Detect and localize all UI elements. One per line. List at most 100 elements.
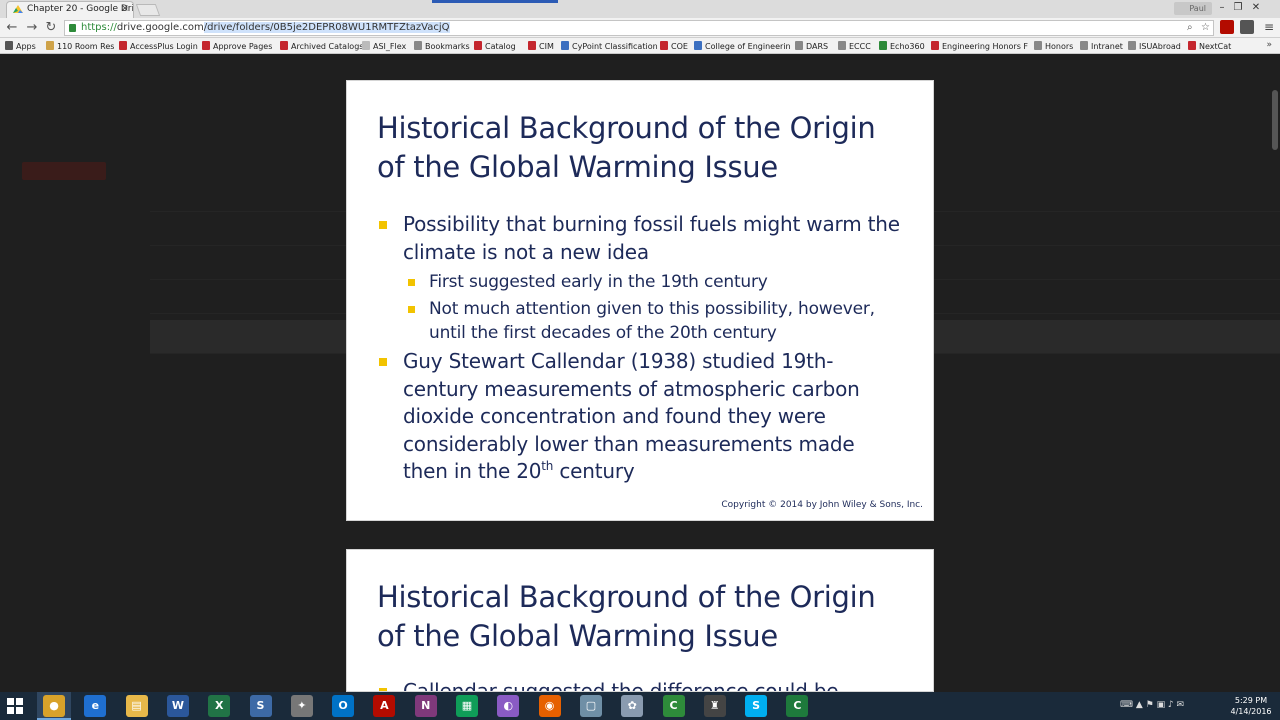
bookmark-eccc[interactable]: ECCC [838, 41, 871, 51]
address-bar[interactable]: https://drive.google.com/drive/folders/0… [64, 20, 1214, 36]
bookmark-favicon-icon [46, 41, 54, 50]
minimize-button[interactable]: – [1214, 1, 1230, 15]
bullet-square-icon [379, 221, 387, 229]
bookmark-dars[interactable]: DARS [795, 41, 828, 51]
camtasia-2-icon[interactable]: C [786, 695, 809, 717]
sub-bullet-attention: Not much attention given to this possibi… [408, 297, 909, 345]
bookmark-favicon-icon [528, 41, 536, 50]
bookmark-honors[interactable]: Honors [1034, 41, 1073, 51]
apps-grid-icon [5, 41, 13, 50]
word-icon[interactable]: W [166, 695, 189, 717]
extension-icon[interactable] [1240, 20, 1254, 34]
onenote-icon[interactable]: N [414, 695, 437, 717]
bookmark-asi-flex[interactable]: ASI_Flex [362, 41, 406, 51]
bookmark-favicon-icon [1128, 41, 1136, 50]
bookmarks-bar: Apps 110 Room Res AccessPlus Login Approve… [0, 38, 1280, 54]
caption-highlight [432, 0, 558, 3]
bookmark-favicon-icon [202, 41, 210, 50]
bookmark-accessplus-login[interactable]: AccessPlus Login [119, 41, 198, 51]
app-14-icon[interactable]: ▢ [579, 695, 602, 717]
camtasia-icon[interactable]: C [662, 695, 685, 717]
bookmark-favicon-icon [362, 41, 370, 50]
profile-button[interactable]: Paul [1174, 2, 1212, 15]
google-drive-icon [13, 5, 23, 13]
back-button[interactable]: ← [4, 20, 20, 36]
forward-button[interactable]: → [24, 20, 40, 36]
internet-explorer-icon[interactable]: e [84, 695, 107, 717]
browser-title-bar: Chapter 20 - Google Drive × Paul – ❐ ✕ [0, 0, 1280, 18]
slide-1: Historical Background of the Origin of t… [346, 80, 934, 521]
bookmark-favicon-icon [414, 41, 422, 50]
more-bookmarks-icon[interactable]: » [1266, 40, 1272, 50]
bookmark-favicon-icon [1080, 41, 1088, 50]
reload-button[interactable]: ↻ [43, 20, 59, 36]
new-tab-button[interactable] [135, 4, 161, 16]
outlook-icon[interactable]: O [332, 695, 355, 717]
bookmark-college-of-engineerin[interactable]: College of Engineerin [694, 41, 791, 51]
bullet-square-icon [408, 279, 415, 286]
bookmark-110-room-res[interactable]: 110 Room Res [46, 41, 114, 51]
bookmark-approve-pages[interactable]: Approve Pages [202, 41, 272, 51]
bookmark-echo360[interactable]: Echo360 [879, 41, 925, 51]
app-15-icon[interactable]: ✿ [621, 695, 644, 717]
excel-icon[interactable]: X [208, 695, 231, 717]
tab-chapter-20[interactable]: Chapter 20 - Google Drive × [6, 1, 134, 18]
tab-title: Chapter 20 - Google Drive [27, 4, 134, 14]
app-7-icon[interactable]: ✦ [290, 695, 313, 717]
app-12-icon[interactable]: ◐ [497, 695, 520, 717]
bookmark-favicon-icon [561, 41, 569, 50]
windows-taskbar: ● e ▤ W X S ✦ O A N ▦ ◐ ◉ ▢ ✿ C ♜ S C ⌨ ▲ ⚑ ▣ ♪ ✉ 5:29 PM … [0, 692, 1280, 720]
bookmark-favicon-icon [795, 41, 803, 50]
bookmark-coe[interactable]: COE [660, 41, 688, 51]
copyright-notice: Copyright © 2014 by John Wiley & Sons, I… [721, 500, 923, 510]
bookmark-star-icon[interactable]: ☆ [1201, 22, 1210, 33]
url-text: https://drive.google.com/drive/folders/0… [81, 22, 450, 33]
menu-icon[interactable]: ≡ [1264, 20, 1274, 34]
bookmark-bookmarks[interactable]: Bookmarks [414, 41, 470, 51]
bookmark-cypoint-classification[interactable]: CyPoint Classification [561, 41, 658, 51]
bookmark-favicon-icon [838, 41, 846, 50]
bookmark-isuabroad[interactable]: ISUAbroad [1128, 41, 1181, 51]
clock[interactable]: 5:29 PM 4/14/2016 [1228, 695, 1274, 717]
bullet-square-icon [379, 358, 387, 366]
sheets-icon[interactable]: ▦ [456, 695, 478, 717]
zoom-icon[interactable]: ⌕ [1187, 22, 1193, 33]
close-window-button[interactable]: ✕ [1248, 1, 1264, 15]
bookmark-intranet[interactable]: Intranet [1080, 41, 1123, 51]
bookmark-favicon-icon [879, 41, 887, 50]
bullet-callendar: Guy Stewart Callendar (1938) studied 19t… [379, 348, 903, 486]
bookmark-archived-catalogs[interactable]: Archived Catalogs [280, 41, 363, 51]
bookmark-catalog[interactable]: Catalog [474, 41, 516, 51]
bookmark-favicon-icon [1034, 41, 1042, 50]
apps-shortcut[interactable]: Apps [5, 41, 36, 51]
browser-toolbar: ← → ↻ https://drive.google.com/drive/fol… [0, 18, 1280, 38]
close-tab-icon[interactable]: × [121, 3, 129, 14]
app-17-icon[interactable]: ♜ [703, 695, 726, 717]
lock-icon [69, 24, 76, 32]
bullet-square-icon [408, 306, 415, 313]
snagit-icon[interactable]: S [249, 695, 272, 717]
bookmark-favicon-icon [119, 41, 127, 50]
bookmark-favicon-icon [660, 41, 668, 50]
acrobat-icon[interactable]: A [373, 695, 396, 717]
slide-title: Historical Background of the Origin of t… [377, 111, 876, 184]
bookmark-favicon-icon [931, 41, 939, 50]
firefox-icon[interactable]: ◉ [538, 695, 561, 717]
maximize-button[interactable]: ❐ [1230, 1, 1246, 15]
bookmark-engineering-honors-f[interactable]: Engineering Honors F [931, 41, 1028, 51]
bookmark-nextcat[interactable]: NextCat [1188, 41, 1231, 51]
bookmark-cim[interactable]: CIM [528, 41, 554, 51]
windows-start-icon[interactable] [7, 698, 23, 714]
file-explorer-icon[interactable]: ▤ [125, 695, 148, 717]
bookmark-favicon-icon [474, 41, 482, 50]
bullet-fossil-fuels: Possibility that burning fossil fuels mi… [379, 211, 903, 266]
slide-title: Historical Background of the Origin of t… [377, 580, 876, 653]
bookmark-favicon-icon [1188, 41, 1196, 50]
sub-bullet-19th-century: First suggested early in the 19th centur… [408, 270, 909, 294]
chrome-icon[interactable]: ● [43, 695, 65, 717]
acrobat-extension-icon[interactable] [1220, 20, 1234, 34]
scrollbar[interactable] [1272, 90, 1278, 150]
system-tray[interactable]: ⌨ ▲ ⚑ ▣ ♪ ✉ [1120, 700, 1184, 710]
skype-icon[interactable]: S [745, 695, 768, 717]
bookmark-favicon-icon [694, 41, 702, 50]
